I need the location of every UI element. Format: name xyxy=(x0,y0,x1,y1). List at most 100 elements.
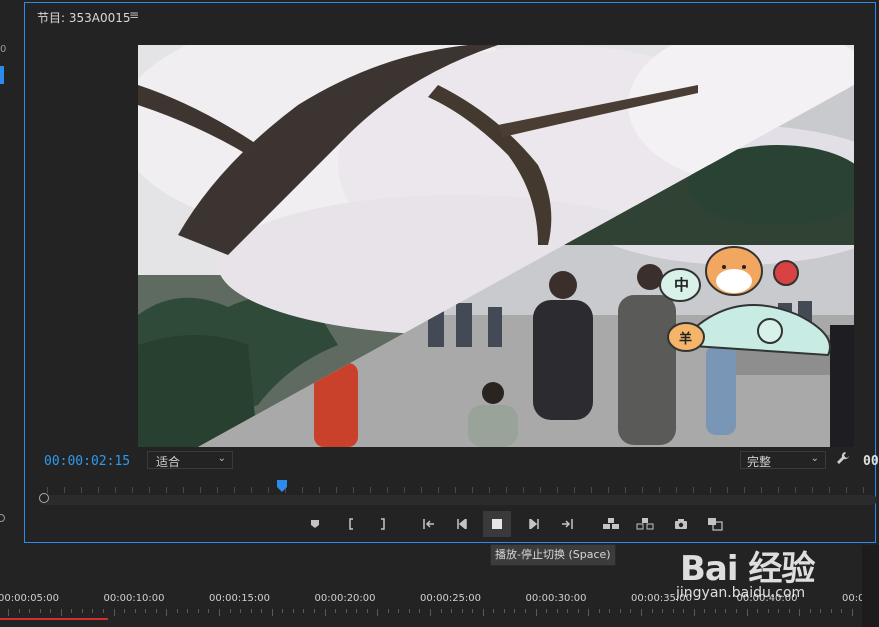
duration-timecode: 00 xyxy=(863,454,879,469)
playhead-marker[interactable] xyxy=(277,480,288,492)
zoom-scrollbar[interactable] xyxy=(39,495,877,505)
extract-button[interactable] xyxy=(631,511,659,537)
zoom-scrollbar-handle[interactable] xyxy=(39,493,49,503)
in-out-range-bar xyxy=(0,618,108,620)
ruler-tick xyxy=(557,487,558,493)
left-strip-label: 0 xyxy=(0,44,7,55)
ruler-tick xyxy=(625,487,626,493)
panel-tabbar: 节目: 353A0015 ≡ xyxy=(25,3,875,29)
timeline-tick xyxy=(556,609,558,613)
lift-button[interactable] xyxy=(597,511,625,537)
mark-in-button[interactable] xyxy=(337,511,365,537)
ruler-tick xyxy=(608,487,609,493)
timeline-tick xyxy=(282,609,284,613)
timeline-tick xyxy=(430,609,431,616)
video-area: 中 羊 xyxy=(25,29,875,449)
timeline-tick xyxy=(472,609,474,613)
timeline-tick xyxy=(683,609,685,613)
timeline-tick xyxy=(408,609,410,613)
ruler-tick xyxy=(200,487,201,493)
timeline-tick xyxy=(377,609,379,616)
ruler-tick xyxy=(659,487,660,493)
step-back-icon xyxy=(457,519,467,529)
timeline-tick xyxy=(482,609,484,616)
timeline-tick xyxy=(102,609,104,613)
timeline-tick xyxy=(461,609,463,613)
mark-out-button[interactable] xyxy=(369,511,397,537)
left-strip-knob[interactable] xyxy=(0,514,5,522)
ruler-tick xyxy=(64,487,65,493)
ruler-tick xyxy=(387,487,388,493)
timeline-tick xyxy=(841,609,843,613)
ruler-tick xyxy=(319,487,320,493)
timeline-tick xyxy=(134,609,136,613)
timeline-tick xyxy=(145,609,147,613)
mark-out-icon xyxy=(381,518,385,530)
step-back-button[interactable] xyxy=(449,511,477,537)
timeline-tick xyxy=(219,609,220,616)
ruler-tick xyxy=(421,487,422,493)
ruler-tick xyxy=(217,487,218,493)
go-to-out-icon xyxy=(562,519,573,529)
timeline-tick xyxy=(92,609,94,613)
ruler-tick xyxy=(591,487,592,493)
timeline-tick xyxy=(18,609,20,613)
program-monitor-panel: 节目: 353A0015 ≡ 中 羊 00:00:02:15 适合 ⌄ 完整 ⌄… xyxy=(24,2,879,543)
timeline-tick xyxy=(704,609,706,613)
compare-icon xyxy=(708,518,723,531)
zoom-fit-select[interactable]: 适合 ⌄ xyxy=(147,451,233,469)
panel-menu-icon[interactable]: ≡ xyxy=(129,8,139,22)
timeline-tick xyxy=(8,609,9,616)
baidu-watermark: Bai 经验 jingyan.baidu.com xyxy=(676,533,850,603)
timeline-tick xyxy=(852,609,853,616)
ruler-tick xyxy=(540,487,541,493)
timeline-tick xyxy=(240,609,242,613)
ruler-tick xyxy=(574,487,575,493)
watermark-url: jingyan.baidu.com xyxy=(676,585,806,601)
mark-in-icon xyxy=(349,518,353,530)
timeline-tick xyxy=(577,609,579,613)
time-ruler[interactable] xyxy=(39,481,877,493)
timeline-tick xyxy=(356,609,358,613)
ruler-tick xyxy=(115,487,116,493)
step-forward-button[interactable] xyxy=(519,511,547,537)
timeline-tick xyxy=(778,609,780,613)
timeline-tick xyxy=(662,609,664,613)
ruler-tick xyxy=(404,487,405,493)
timeline-label: 00:00:10:00 xyxy=(103,593,165,604)
panel-title[interactable]: 节目: 353A0015 xyxy=(37,9,131,26)
go-to-in-button[interactable] xyxy=(415,511,443,537)
ruler-tick xyxy=(863,487,864,493)
sticker-left-char: 中 xyxy=(674,276,689,294)
timeline-tick xyxy=(197,609,199,613)
timeline-tick xyxy=(757,609,759,613)
ruler-tick xyxy=(166,487,167,493)
ruler-tick xyxy=(132,487,133,493)
timeline-tick xyxy=(693,609,695,616)
timeline-tick xyxy=(419,609,421,613)
playback-resolution-select[interactable]: 完整 ⌄ xyxy=(740,451,826,469)
ruler-tick xyxy=(812,487,813,493)
timeline-label: 00:00:05:00 xyxy=(0,593,60,604)
current-timecode[interactable]: 00:00:02:15 xyxy=(44,454,130,469)
timeline-tick xyxy=(335,609,337,613)
wrench-icon[interactable] xyxy=(836,451,850,469)
timeline-tick xyxy=(725,609,727,613)
step-forward-icon xyxy=(529,519,539,529)
timeline-tick xyxy=(366,609,368,613)
ruler-tick xyxy=(710,487,711,493)
ruler-tick xyxy=(829,487,830,493)
timeline-tick xyxy=(609,609,611,613)
sticker-bottom-char: 羊 xyxy=(679,331,692,347)
timeline-label: 00:00:20:00 xyxy=(314,593,376,604)
go-to-out-button[interactable] xyxy=(553,511,581,537)
ruler-tick xyxy=(455,487,456,493)
play-stop-button[interactable] xyxy=(483,511,511,537)
ruler-tick xyxy=(353,487,354,493)
timeline-tick xyxy=(313,609,315,613)
ruler-tick xyxy=(438,487,439,493)
timeline-tick xyxy=(324,609,326,616)
ruler-tick xyxy=(727,487,728,493)
video-frame[interactable]: 中 羊 xyxy=(138,45,854,447)
add-marker-button[interactable] xyxy=(301,511,329,537)
